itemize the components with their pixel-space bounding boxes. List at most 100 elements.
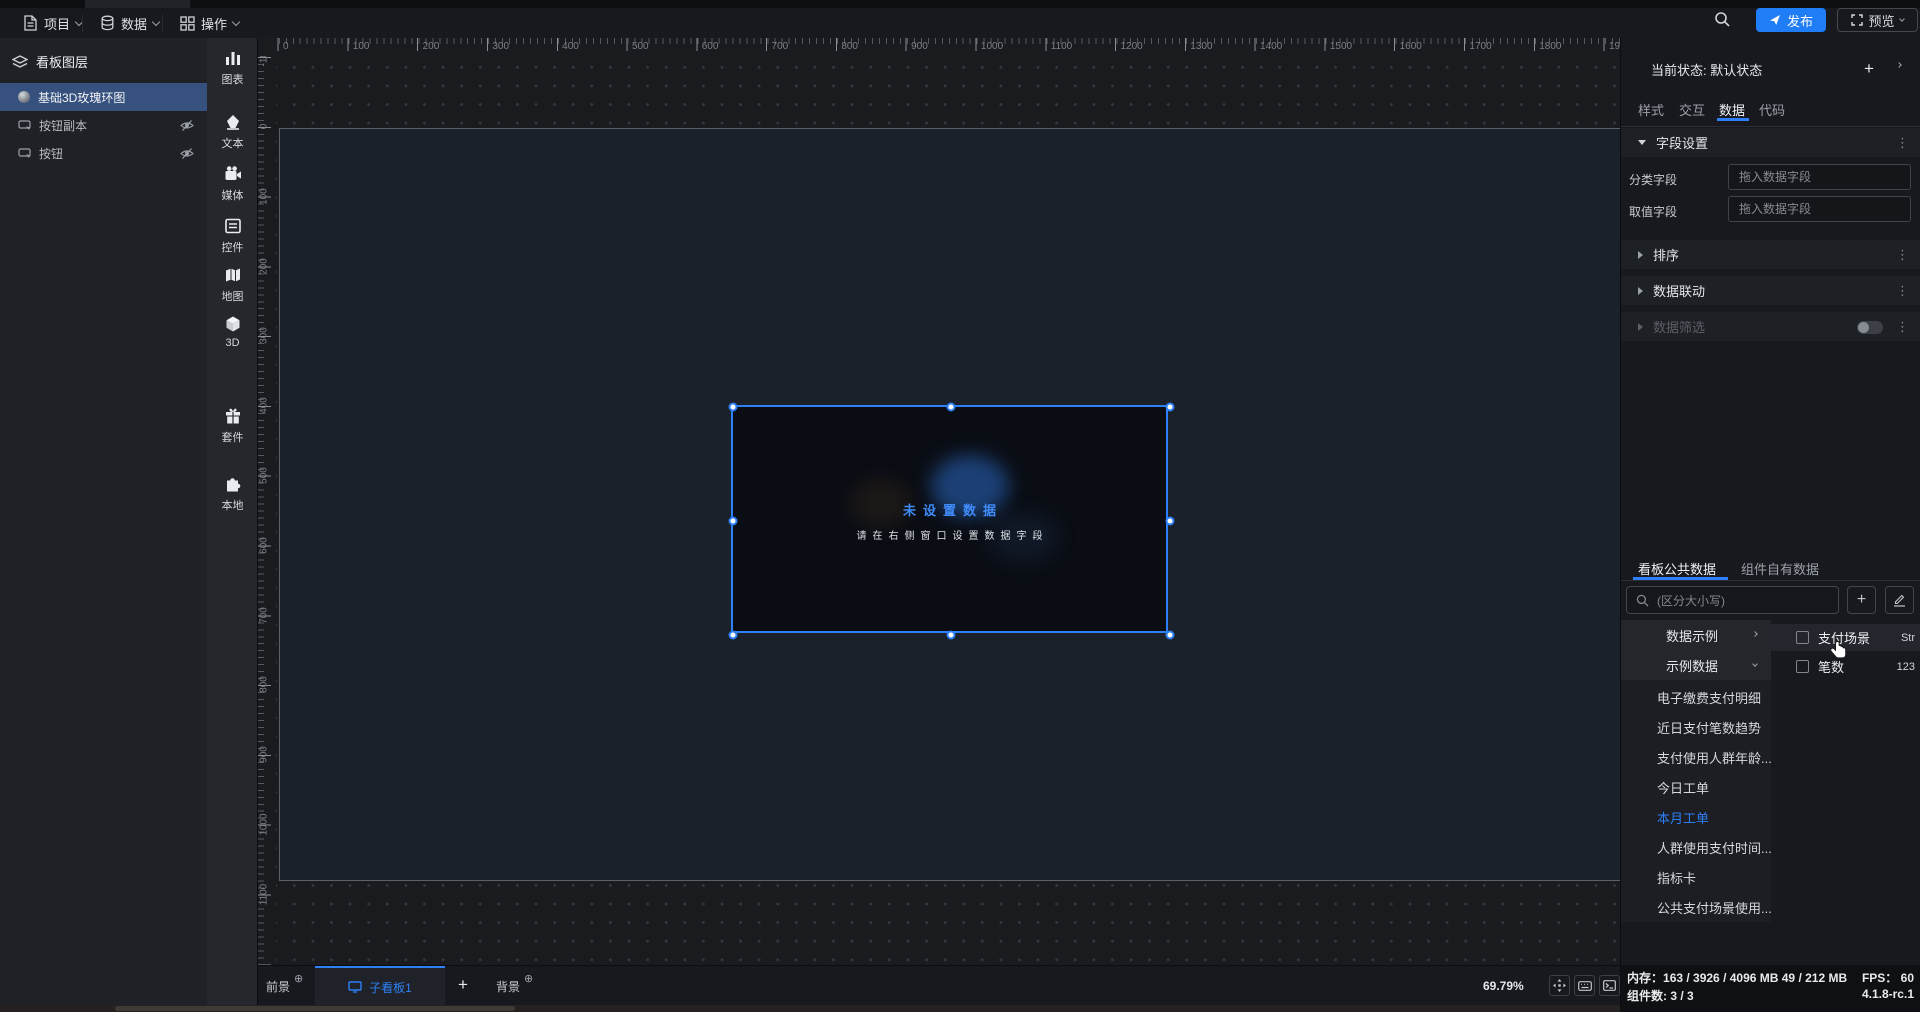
resize-handle[interactable] (946, 402, 956, 412)
tab-style[interactable]: 样式 (1638, 100, 1664, 119)
dataset-label: 电子缴费支付明细 (1657, 690, 1762, 706)
dataset-item[interactable]: 近日支付笔数趋势 (1621, 712, 1771, 742)
more-options-icon[interactable] (1896, 283, 1909, 299)
group-label: 数据示例 (1666, 628, 1719, 644)
section-title: 排序 (1653, 248, 1680, 263)
ruler-label: 900 (258, 746, 270, 763)
dataset-item[interactable]: 支付使用人群年龄... (1621, 742, 1771, 772)
selected-component[interactable]: 未设置数据 请在右侧窗口设置数据字段 (728, 402, 1175, 640)
add-state-icon[interactable]: + (1864, 59, 1874, 79)
section-sort[interactable]: 排序 (1621, 240, 1920, 269)
bar-chart-icon (223, 48, 243, 68)
dataset-item[interactable]: 公共支付场景使用... (1621, 892, 1771, 922)
tool-kits[interactable]: 套件 (207, 406, 258, 445)
ruler-label: 100 (258, 187, 270, 205)
more-options-icon[interactable] (1896, 135, 1909, 151)
tab-data[interactable]: 数据 (1719, 100, 1745, 119)
resize-handle[interactable] (728, 630, 738, 640)
tool-media[interactable]: 媒体 (207, 164, 258, 203)
eye-hidden-icon[interactable] (180, 119, 194, 132)
more-options-icon[interactable] (1896, 319, 1909, 335)
add-dataset-button[interactable]: + (1847, 586, 1876, 614)
canvas-viewport[interactable]: 未设置数据 请在右侧窗口设置数据字段 (276, 56, 1620, 965)
menu-project[interactable]: 项目 (13, 8, 92, 38)
group-sample-data[interactable]: 示例数据 (1621, 650, 1771, 680)
resize-handle[interactable] (728, 516, 738, 526)
data-search-input[interactable]: (区分大小写) (1626, 586, 1839, 614)
layer-row-rose-chart[interactable]: 基础3D玫瑰环图 (0, 83, 207, 111)
add-background-icon[interactable] (524, 972, 533, 985)
active-tab-underline (1717, 118, 1749, 121)
dataset-item-selected[interactable]: 本月工单 (1621, 802, 1771, 832)
background-label[interactable]: 背景 (496, 978, 520, 995)
foreground-label[interactable]: 前景 (266, 978, 290, 995)
zoom-level[interactable]: 69.79% (1483, 979, 1524, 993)
ruler-label: 700 (258, 606, 270, 624)
checkbox[interactable] (1796, 660, 1809, 673)
add-foreground-icon[interactable] (294, 972, 303, 985)
resize-handle[interactable] (1165, 516, 1175, 526)
dataset-item[interactable]: 人群使用支付时间... (1621, 832, 1771, 862)
keyboard-shortcuts-icon[interactable] (1574, 975, 1595, 996)
fit-view-icon[interactable] (1549, 975, 1570, 996)
tab-code[interactable]: 代码 (1759, 100, 1785, 119)
status-bar: 内存：163 / 3926 / 4096 MB 49 / 212 MB FPS：… (1620, 965, 1920, 1012)
component-count: 组件数: 3 / 3 (1627, 989, 1694, 1003)
group-label: 示例数据 (1666, 658, 1719, 674)
memory-stats: 内存：163 / 3926 / 4096 MB 49 / 212 MB (1627, 971, 1848, 985)
search-icon[interactable] (1714, 11, 1731, 28)
section-data-filter[interactable]: 数据筛选 (1621, 312, 1920, 341)
value-field-dropzone[interactable]: 拖入数据字段 (1728, 196, 1911, 222)
menu-data[interactable]: 数据 (90, 8, 169, 38)
chevron-right-icon[interactable] (1896, 62, 1902, 68)
dataset-item[interactable]: 电子缴费支付明细 (1621, 682, 1771, 712)
tool-text[interactable]: 文本 (207, 112, 258, 151)
section-title: 数据联动 (1653, 284, 1706, 299)
preview-button[interactable]: 预览 (1837, 8, 1918, 32)
resize-handle[interactable] (1165, 630, 1175, 640)
resize-handle[interactable] (946, 630, 956, 640)
search-icon (1636, 594, 1649, 607)
tool-charts[interactable]: 图表 (207, 48, 258, 87)
group-data-samples[interactable]: 数据示例 (1621, 620, 1771, 650)
ruler-label: 0 (258, 123, 270, 130)
tab-interaction[interactable]: 交互 (1679, 100, 1705, 119)
ruler-label: 400 (562, 41, 579, 52)
ruler-label: 1000 (258, 813, 270, 836)
checkbox[interactable] (1796, 631, 1809, 644)
menu-actions[interactable]: 操作 (170, 8, 249, 38)
dataset-item[interactable]: 指标卡 (1621, 862, 1771, 892)
tool-widgets[interactable]: 控件 (207, 216, 258, 255)
text-brush-icon (223, 112, 243, 132)
dataset-item[interactable]: 今日工单 (1621, 772, 1771, 802)
subpanel-tab-label: 子看板1 (369, 980, 412, 995)
current-state-row: 当前状态: 默认状态 + (1621, 55, 1920, 85)
dataset-label: 支付使用人群年龄... (1657, 750, 1771, 766)
button-component-icon (18, 119, 31, 131)
add-subpanel-button[interactable] (458, 975, 468, 995)
tool-map[interactable]: 地图 (207, 265, 258, 304)
scrollbar-thumb[interactable] (115, 1006, 515, 1011)
tab-component-own-data[interactable]: 组件自有数据 (1741, 559, 1819, 578)
resize-handle[interactable] (728, 402, 738, 412)
section-field-settings[interactable]: 字段设置 (1621, 128, 1920, 157)
filter-toggle[interactable] (1857, 321, 1883, 334)
section-data-linkage[interactable]: 数据联动 (1621, 276, 1920, 305)
edit-dataset-button[interactable] (1885, 586, 1914, 614)
terminal-icon[interactable] (1599, 975, 1620, 996)
tab-board-shared-data[interactable]: 看板公共数据 (1638, 559, 1716, 578)
publish-button[interactable]: 发布 (1756, 8, 1826, 32)
subpanel-bar: 前景 子看板1 背景 69.79% (258, 965, 1620, 1006)
eye-hidden-icon[interactable] (180, 147, 194, 160)
canvas-area[interactable]: 0 100 200 300 400 500 600 700 800 900 1000 1100 1200… (258, 38, 1631, 965)
resize-handle[interactable] (1165, 402, 1175, 412)
layer-row-button-copy[interactable]: 按钮副本 (0, 111, 207, 139)
category-field-dropzone[interactable]: 拖入数据字段 (1728, 164, 1911, 190)
subpanel-tab[interactable]: 子看板1 (315, 966, 445, 1006)
more-options-icon[interactable] (1896, 247, 1909, 263)
version-label: 4.1.8-rc.1 (1861, 987, 1914, 1001)
tool-local[interactable]: 本地 (207, 474, 258, 513)
horizontal-scrollbar[interactable] (0, 1005, 1620, 1012)
tool-3d[interactable]: 3D (207, 314, 258, 349)
layer-row-button[interactable]: 按钮 (0, 139, 207, 167)
